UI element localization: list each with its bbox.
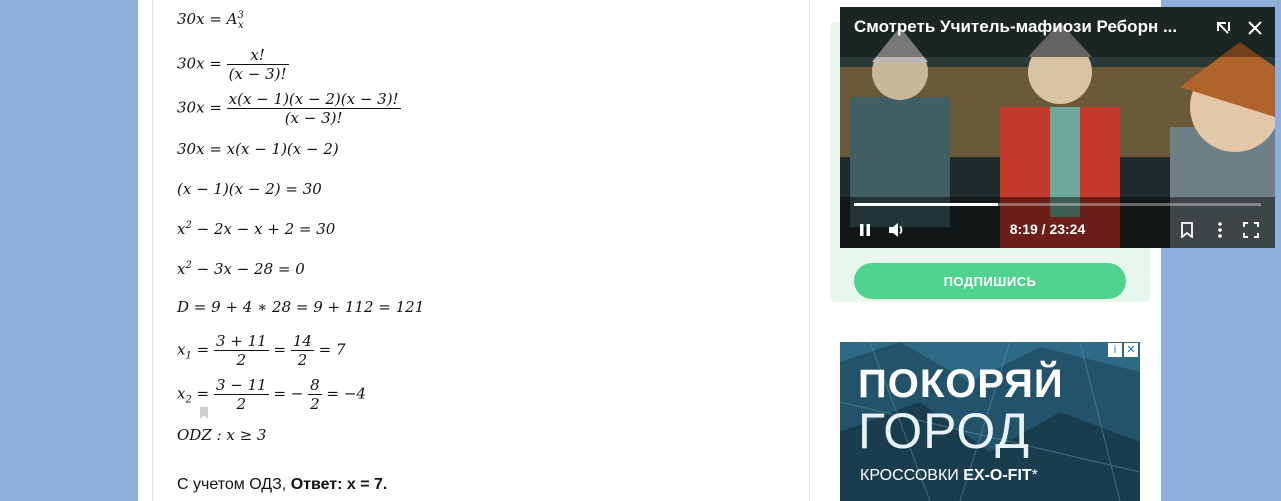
domain-line: ODZ : x ≥ 3 [177,426,267,444]
fullscreen-icon[interactable] [1240,219,1262,241]
equation-line-7: x2 − 3x − 28 = 0 [177,260,305,278]
ad-tagline: КРОССОВКИ EX-O-FIT* [860,467,1038,484]
equation-line-1: 30x = A3x [177,10,244,31]
collapse-icon[interactable] [1210,15,1236,41]
bookmark-icon[interactable] [199,406,209,420]
video-time: 8:19 / 23:24 [1009,221,1086,237]
volume-icon[interactable] [886,219,908,241]
progress-bar[interactable] [854,203,1261,206]
ad-headline-1: ПОКОРЯЙ [858,362,1064,406]
pause-icon[interactable] [854,219,876,241]
equation-line-6: x2 − 2x − x + 2 = 30 [177,220,336,238]
close-icon[interactable] [1242,15,1268,41]
bookmark-icon[interactable] [1176,219,1198,241]
more-options-icon[interactable] [1209,219,1231,241]
advertisement-banner[interactable]: ПОКОРЯЙ ГОРОД КРОССОВКИ EX-O-FIT* i ✕ [840,342,1140,501]
progress-fill [854,203,999,206]
video-player[interactable]: Смотреть Учитель-мафиози Реборн ... 8:19… [840,7,1275,248]
answer-line: С учетом ОДЗ, Ответ: x = 7. [177,476,388,493]
equation-line-4: 30x = x(x − 1)(x − 2) [177,140,339,158]
equation-line-3: 30x = x(x − 1)(x − 2)(x − 3)! (x − 3)! [177,90,401,127]
discriminant-line: D = 9 + 4 ∗ 28 = 9 + 112 = 121 [177,298,425,316]
root-x1-line: x1 = 3 + 11 2 = 14 2 = 7 [177,332,346,369]
ad-headline-2: ГОРОД [858,403,1031,459]
equation-line-5: (x − 1)(x − 2) = 30 [177,180,322,198]
solution-column: 30x = A3x 30x = x! (x − 3)! 30x = x(x − 1… [152,0,810,501]
ad-close-icon[interactable]: ✕ [1124,343,1138,357]
video-title: Смотреть Учитель-мафиози Реборн ... [854,17,1178,36]
subscribe-button[interactable]: ПОДПИШИСЬ [854,263,1126,299]
video-frame [840,7,1275,248]
ad-controls: i ✕ [1108,343,1138,357]
ad-info-icon[interactable]: i [1108,343,1122,357]
equation-line-2: 30x = x! (x − 3)! [177,46,289,83]
